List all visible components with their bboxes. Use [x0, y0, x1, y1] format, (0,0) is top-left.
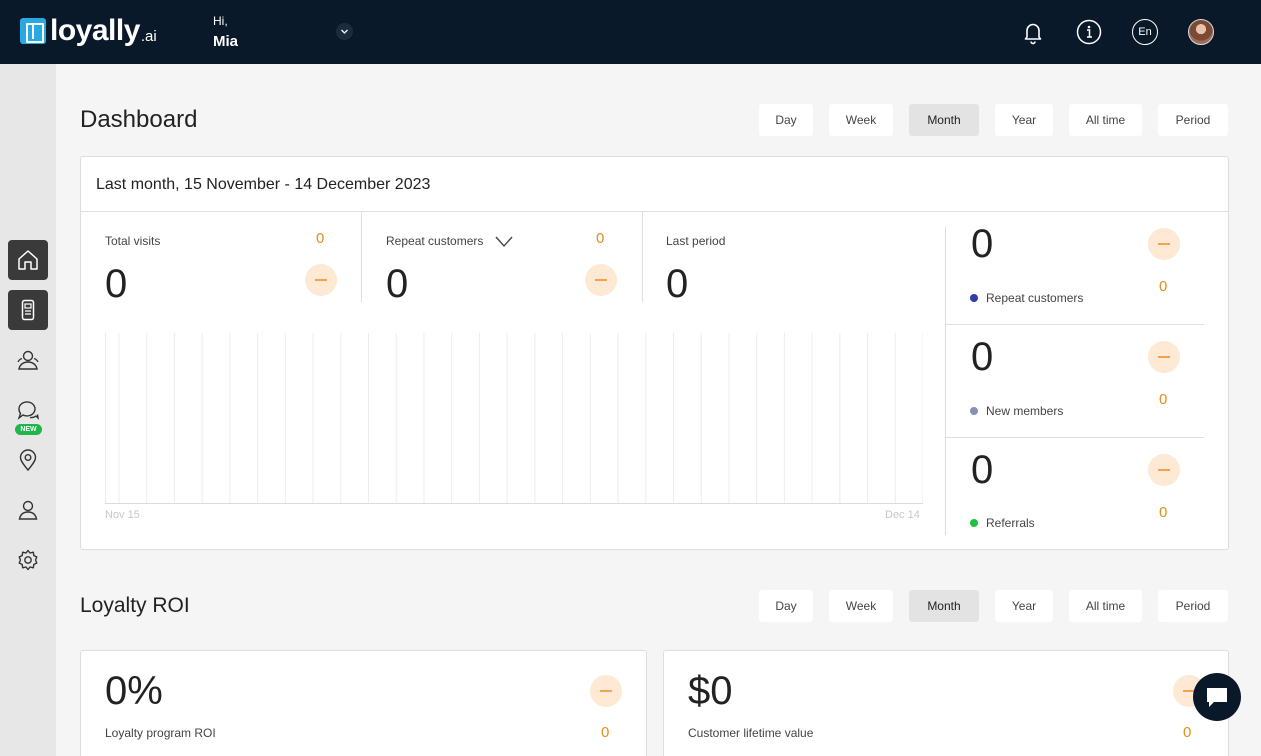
language-button[interactable]: En: [1132, 19, 1158, 45]
customers-icon: [17, 350, 39, 370]
legend-dot: [970, 407, 978, 415]
stat-new-members-label: New members: [986, 404, 1064, 418]
visits-chart: [105, 333, 923, 504]
roi-period-day-button[interactable]: Day: [759, 590, 813, 622]
sidebar-item-customers[interactable]: [8, 340, 48, 380]
stat-repeat-customers-delta: 0: [1159, 278, 1168, 295]
repeat-customers-value: 0: [386, 262, 409, 306]
divider: [945, 227, 946, 535]
location-pin-icon: [19, 449, 37, 472]
period-week-button[interactable]: Week: [829, 104, 893, 136]
period-all-time-button[interactable]: All time: [1069, 104, 1142, 136]
period-year-button[interactable]: Year: [995, 104, 1053, 136]
chevron-down-icon: [341, 29, 348, 34]
roi-period-month-button[interactable]: Month: [909, 590, 979, 622]
bell-icon: [1024, 23, 1042, 45]
clv-delta: 0: [1183, 724, 1192, 741]
total-visits-label: Total visits: [105, 234, 161, 248]
repeat-customers-delta: 0: [596, 230, 605, 247]
no-change-indicator: [1148, 341, 1180, 373]
stat-new-members-delta: 0: [1159, 391, 1168, 408]
no-change-indicator: [585, 264, 617, 296]
roi-card: 0% Loyalty program ROI 0: [80, 650, 647, 756]
chat-icon: [17, 401, 39, 420]
roi-period-tabs: Day Week Month Year All time Period: [759, 590, 1228, 622]
legend-dot: [970, 519, 978, 527]
roi-value: 0%: [105, 669, 163, 713]
date-range-title: Last month, 15 November - 14 December 20…: [81, 157, 1228, 212]
last-period-value: 0: [666, 262, 689, 306]
stat-referrals-delta: 0: [1159, 504, 1168, 521]
no-change-indicator: [305, 264, 337, 296]
repeat-customers-dropdown[interactable]: Repeat customers: [386, 234, 513, 248]
stat-repeat-customers-label: Repeat customers: [986, 291, 1084, 305]
roi-period-year-button[interactable]: Year: [995, 590, 1053, 622]
period-day-button[interactable]: Day: [759, 104, 813, 136]
chat-icon: [1207, 688, 1227, 707]
clv-label: Customer lifetime value: [688, 726, 814, 740]
roi-delta: 0: [601, 724, 610, 741]
roi-label: Loyalty program ROI: [105, 726, 216, 740]
section-title: Loyalty ROI: [80, 594, 190, 617]
new-badge: NEW: [15, 424, 42, 435]
period-custom-button[interactable]: Period: [1158, 104, 1228, 136]
total-visits-delta: 0: [316, 230, 325, 247]
user-name: Mia: [213, 33, 239, 50]
sidebar-item-settings[interactable]: [8, 540, 48, 580]
info-button[interactable]: [1076, 19, 1102, 45]
sidebar-item-device[interactable]: [8, 290, 48, 330]
repeat-customers-label: Repeat customers: [386, 234, 484, 248]
home-icon: [18, 250, 38, 270]
clv-value: $0: [688, 669, 733, 713]
top-bar: loyally .ai Hi, Mia En: [0, 0, 1261, 64]
page-title: Dashboard: [80, 106, 198, 133]
stat-referrals-value: 0: [971, 448, 994, 492]
legend-dot: [970, 294, 978, 302]
avatar[interactable]: [1188, 19, 1214, 45]
gear-icon: [18, 549, 38, 571]
stat-repeat-customers-value: 0: [971, 222, 994, 266]
chat-launcher-button[interactable]: [1193, 673, 1241, 721]
logo[interactable]: loyally .ai: [20, 14, 157, 48]
dashboard-card: Last month, 15 November - 14 December 20…: [80, 156, 1229, 550]
x-axis-start-label: Nov 15: [105, 509, 140, 521]
greeting-text: Hi,: [213, 14, 228, 28]
logo-text: loyally: [50, 14, 140, 47]
roi-period-custom-button[interactable]: Period: [1158, 590, 1228, 622]
clv-card: $0 Customer lifetime value 0: [663, 650, 1229, 756]
user-greeting: Hi, Mia: [213, 14, 238, 50]
no-change-indicator: [590, 675, 622, 707]
no-change-indicator: [1148, 454, 1180, 486]
divider: [642, 212, 643, 302]
dashboard-period-tabs: Day Week Month Year All time Period: [759, 104, 1228, 136]
sidebar-item-profile[interactable]: [8, 490, 48, 530]
no-change-indicator: [1148, 228, 1180, 260]
device-icon: [21, 299, 35, 321]
divider: [946, 324, 1204, 325]
divider: [946, 437, 1204, 438]
total-visits-value: 0: [105, 262, 128, 306]
roi-period-week-button[interactable]: Week: [829, 590, 893, 622]
user-menu-button[interactable]: [336, 23, 353, 40]
roi-period-all-time-button[interactable]: All time: [1069, 590, 1142, 622]
period-month-button[interactable]: Month: [909, 104, 979, 136]
divider: [361, 212, 362, 302]
sidebar-item-locations[interactable]: [8, 440, 48, 480]
sidebar: NEW: [0, 64, 56, 756]
user-icon: [18, 500, 38, 520]
stat-new-members-value: 0: [971, 335, 994, 379]
notifications-button[interactable]: [1020, 19, 1046, 45]
logo-suffix: .ai: [140, 27, 157, 45]
stat-referrals-label: Referrals: [986, 516, 1035, 530]
chevron-down-icon: [495, 236, 513, 247]
sidebar-item-home[interactable]: [8, 240, 48, 280]
info-icon: [1076, 19, 1102, 45]
last-period-label: Last period: [666, 234, 726, 248]
logo-icon: [20, 18, 46, 44]
x-axis-end-label: Dec 14: [885, 509, 920, 521]
